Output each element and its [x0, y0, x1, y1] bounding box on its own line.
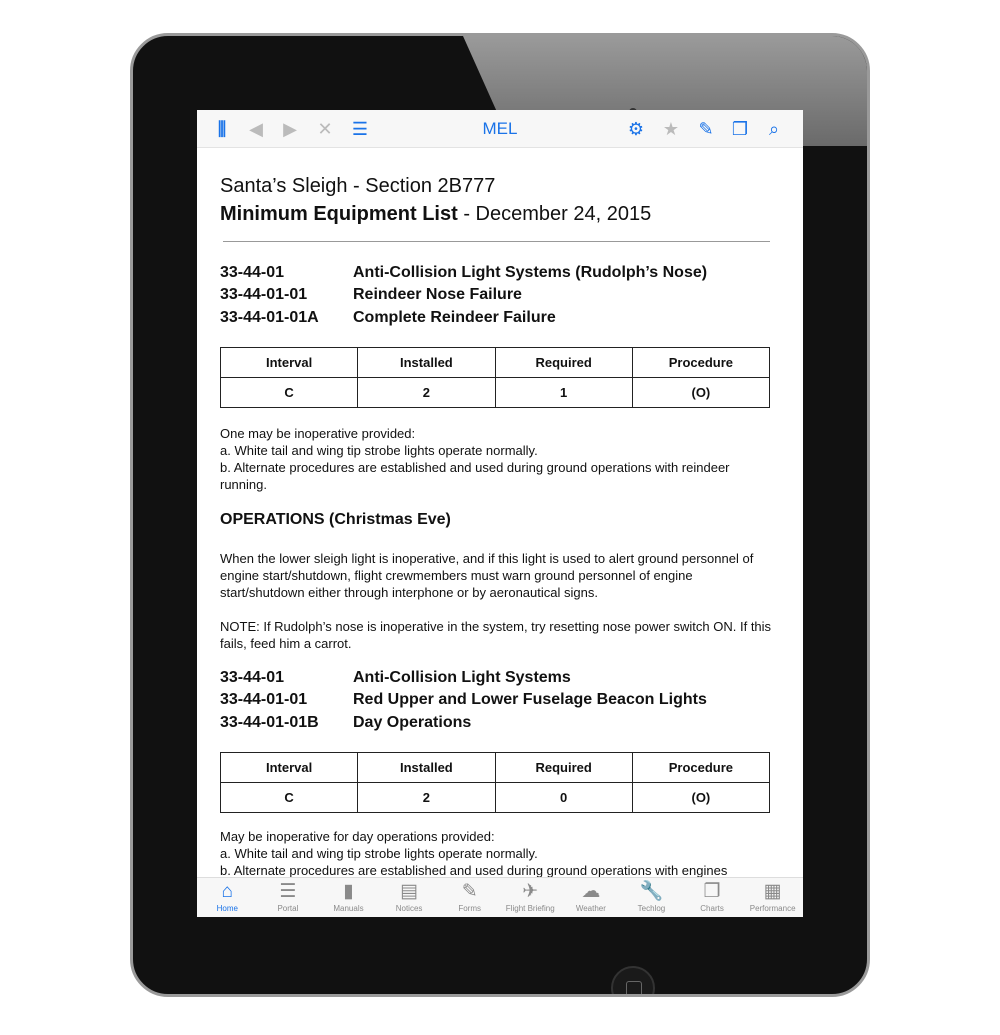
charts-icon: ❐ [703, 881, 721, 902]
item-code: 33-44-01 [220, 264, 285, 281]
table-header: Installed [357, 752, 496, 783]
item-code: 33-44-01 [220, 669, 285, 686]
calculator-icon: ▦ [763, 881, 782, 902]
item-title: Anti-Collision Light Systems [353, 669, 571, 686]
text-line: One may be inoperative provided: [220, 426, 416, 441]
table-header: Required [494, 347, 633, 378]
tab-charts[interactable]: ❐ Charts [682, 878, 743, 917]
search-icon[interactable]: ⌕ [763, 119, 785, 139]
manuals-icon: ▮ [343, 881, 354, 902]
text-line: b. Alternate procedures are established … [220, 460, 730, 492]
operations-paragraph: When the lower sleigh light is inoperati… [220, 551, 754, 600]
text-line: May be inoperative for day operations pr… [220, 829, 495, 844]
tab-flight-briefing[interactable]: ✈ Flight Briefing [500, 878, 561, 917]
table-header: Installed [357, 347, 496, 378]
tab-label: Techlog [637, 904, 666, 913]
table-cell: 2 [357, 782, 496, 813]
item-code: 33-44-01-01 [220, 691, 308, 708]
gear-icon[interactable]: ⚙ [625, 119, 647, 139]
tab-label: Notices [395, 904, 423, 913]
table-header: Procedure [631, 347, 771, 378]
tab-label: Forms [458, 904, 481, 913]
table-header: Interval [219, 347, 359, 378]
tab-label: Manuals [333, 904, 364, 913]
table-header: Interval [219, 752, 359, 783]
tab-bar: ⌂ Home ☰ Portal ▮ Manuals ▤ Notices ✎ Forms ✈ Fligh… [197, 877, 803, 917]
tab-label: Weather [575, 904, 606, 913]
operations-heading: OPERATIONS (Christmas Eve) [220, 511, 451, 528]
table-cell: C [219, 782, 359, 813]
text-line: a. White tail and wing tip strobe lights… [220, 443, 538, 458]
wrench-icon: 🔧 [639, 881, 664, 902]
mel-table-1: Interval Installed Required Procedure C 2 1 (O… [219, 347, 771, 408]
doc-title: Santa’s Sleigh - Section 2B777 [220, 175, 496, 197]
item-title: Complete Reindeer Failure [353, 309, 556, 326]
tab-manuals[interactable]: ▮ Manuals [318, 878, 379, 917]
item-code: 33-44-01-01A [220, 309, 319, 326]
provisions-1: One may be inoperative provided: a. Whit… [220, 425, 780, 493]
tab-weather[interactable]: ☁ Weather [561, 878, 622, 917]
tab-techlog[interactable]: 🔧 Techlog [621, 878, 682, 917]
home-icon: ⌂ [221, 881, 234, 902]
tab-notices[interactable]: ▤ Notices [379, 878, 440, 917]
item-title: Anti-Collision Light Systems (Rudolph’s … [353, 264, 708, 281]
tab-label: Portal [277, 904, 299, 913]
cloud-icon: ☁ [581, 881, 601, 902]
table-cell: (O) [631, 782, 771, 813]
item-title: Red Upper and Lower Fuselage Beacon Ligh… [353, 691, 707, 708]
star-icon[interactable]: ★ [660, 119, 682, 139]
airplane-icon: ✈ [522, 881, 539, 902]
operations-note: NOTE: If Rudolph’s nose is inoperative i… [220, 619, 772, 651]
home-hardware-button[interactable] [611, 966, 655, 994]
tab-label: Home [216, 904, 238, 913]
mel-table-2: Interval Installed Required Procedure C 2 0 (O… [219, 752, 771, 813]
divider [223, 241, 770, 242]
table-cell: 0 [494, 782, 633, 813]
tab-home[interactable]: ⌂ Home [197, 878, 258, 917]
doc-subtitle-bold: Minimum Equipment List [220, 203, 458, 225]
table-header: Required [494, 752, 633, 783]
tab-performance[interactable]: ▦ Performance [742, 878, 803, 917]
item-code: 33-44-01-01B [220, 714, 319, 731]
table-header: Procedure [631, 752, 771, 783]
table-cell: 2 [357, 377, 496, 408]
item-title: Day Operations [353, 714, 472, 731]
item-code: 33-44-01-01 [220, 286, 308, 303]
tab-portal[interactable]: ☰ Portal [258, 878, 319, 917]
notices-icon: ▤ [400, 881, 419, 902]
table-cell: (O) [631, 377, 771, 408]
pencil-icon: ✎ [461, 881, 478, 902]
tab-label: Performance [749, 904, 796, 913]
tab-label: Flight Briefing [505, 904, 555, 913]
tab-label: Charts [700, 904, 724, 913]
pencil-icon[interactable]: ✎ [695, 119, 717, 139]
doc-date: - December 24, 2015 [457, 203, 652, 225]
provisions-2: May be inoperative for day operations pr… [220, 828, 780, 879]
doc-subtitle: Minimum Equipment List - December 24, 20… [220, 203, 651, 226]
toolbar: ⫼ ◀ ▶ ✕ ☰ MEL ⚙ ★ ✎ ❐ ⌕ [197, 110, 803, 148]
copy-icon[interactable]: ❐ [729, 119, 751, 139]
table-cell: C [219, 377, 359, 408]
table-cell: 1 [494, 377, 633, 408]
item-title: Reindeer Nose Failure [353, 286, 522, 303]
tab-forms[interactable]: ✎ Forms [439, 878, 500, 917]
portal-icon: ☰ [279, 881, 297, 902]
screen: ⫼ ◀ ▶ ✕ ☰ MEL ⚙ ★ ✎ ❐ ⌕ Santa’s Sleigh -… [197, 110, 803, 917]
text-line: a. White tail and wing tip strobe lights… [220, 846, 538, 861]
